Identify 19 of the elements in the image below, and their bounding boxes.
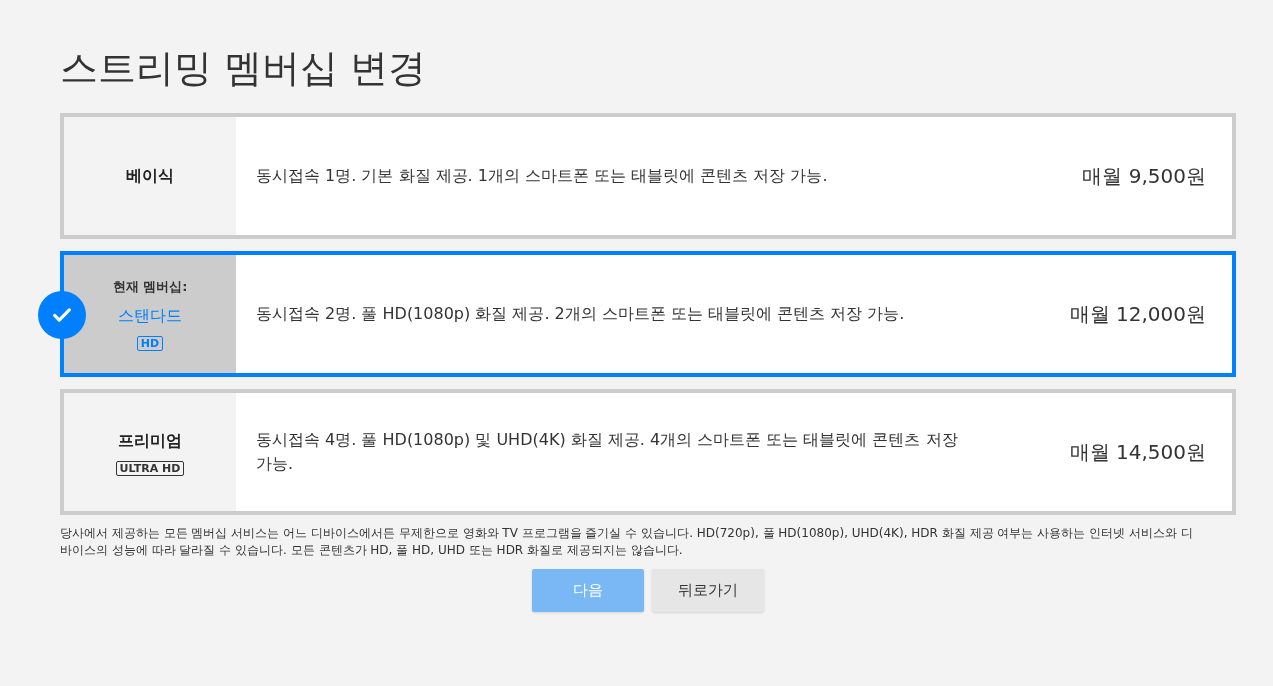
quality-badge: HD [136,336,164,352]
back-button[interactable]: 뒤로가기 [652,569,764,612]
plan-card[interactable]: 프리미엄 ULTRA HD 동시접속 4명. 풀 HD(1080p) 및 UHD(4K) 화질 제공. 4개의 스마트폰 또는 태블릿에 콘텐츠 저장 가능. 매월 14,500원 [60,389,1236,515]
plan-description: 동시접속 4명. 풀 HD(1080p) 및 UHD(4K) 화질 제공. 4개의 스마트폰 또는 태블릿에 콘텐츠 저장 가능. [256,429,959,475]
plan-name: 베이식 [126,165,174,187]
plan-card[interactable]: 베이식 동시접속 1명. 기본 화질 제공. 1개의 스마트폰 또는 태블릿에 콘텐츠 저장 가능. 매월 9,500원 [60,113,1236,239]
quality-badge: ULTRA HD [115,460,185,476]
plan-price: 매월 14,500원 [1069,439,1206,466]
plan-description: 동시접속 2명. 풀 HD(1080p) 화질 제공. 2개의 스마트폰 또는 태블릿에 콘텐츠 저장 가능. [256,303,906,325]
plan-price: 매월 12,000원 [1069,301,1206,328]
current-plan-label: 현재 멤버십: [112,277,188,296]
disclaimer-text: 당사에서 제공하는 모든 멤버십 서비스는 어느 디바이스에서든 무제한으로 영화와 TV 프로그램을 즐기실 수 있습니다. HD(720p), 풀 HD(1080p), UHD(4K), HDR 화질 제공 여부는 사용하는 인터넷 서비스와 디바이스의 성능에 따라 달라질 수 있습니다. 모든 콘텐츠가 HD, 풀 HD, UHD 또는 HDR 화질로 제공되지는 않습니다. [60,525,1194,559]
plan-description: 동시접속 1명. 기본 화질 제공. 1개의 스마트폰 또는 태블릿에 콘텐츠 저장 가능. [256,165,829,187]
plan-name: 스탠다드 [118,305,182,328]
check-icon [38,291,86,339]
plan-name: 프리미엄 [118,429,182,452]
plan-price: 매월 9,500원 [1082,163,1206,190]
plan-card[interactable]: 현재 멤버십: 스탠다드 HD 동시접속 2명. 풀 HD(1080p) 화질 제공. 2개의 스마트폰 또는 태블릿에 콘텐츠 저장 가능. 매월 12,000원 [60,251,1236,377]
page-title: 스트리밍 멤버십 변경 [60,45,428,92]
